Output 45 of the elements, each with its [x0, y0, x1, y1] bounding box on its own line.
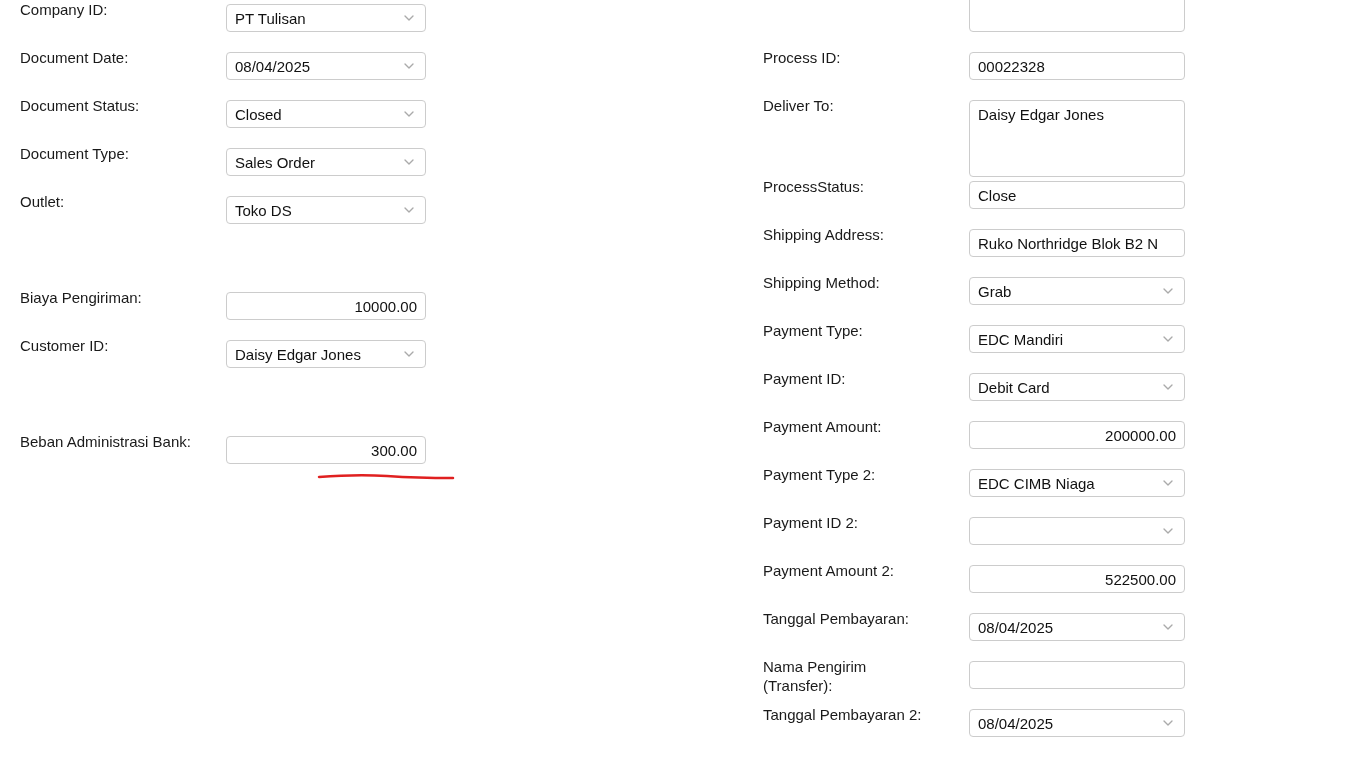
- field-label: Biaya Pengiriman:: [20, 288, 143, 307]
- field-label: Payment Type 2:: [763, 465, 877, 484]
- text-field[interactable]: 522500.00: [969, 565, 1185, 593]
- dropdown-field[interactable]: PT Tulisan: [226, 4, 426, 32]
- text-field[interactable]: 200000.00: [969, 421, 1185, 449]
- field-label: Payment Amount 2:: [763, 561, 895, 580]
- field-label: Deliver To:: [763, 96, 835, 115]
- text-field[interactable]: [969, 0, 1185, 32]
- dropdown-field[interactable]: Daisy Edgar Jones: [226, 340, 426, 368]
- text-field[interactable]: 00022328: [969, 52, 1185, 80]
- field-label: Document Date:: [20, 48, 130, 67]
- text-field[interactable]: 300.00: [226, 436, 426, 464]
- dropdown-field[interactable]: Sales Order: [226, 148, 426, 176]
- field-label: Company ID:: [20, 0, 109, 19]
- dropdown-field[interactable]: EDC CIMB Niaga: [969, 469, 1185, 497]
- field-label: Tanggal Pembayaran 2:: [763, 705, 923, 724]
- field-label: Document Status:: [20, 96, 141, 115]
- field-label: Payment Amount:: [763, 417, 883, 436]
- field-label: Payment Type:: [763, 321, 864, 340]
- dropdown-field[interactable]: EDC Mandiri: [969, 325, 1185, 353]
- field-label: Payment ID:: [763, 369, 847, 388]
- field-label: Process ID:: [763, 48, 842, 67]
- text-field[interactable]: 10000.00: [226, 292, 426, 320]
- field-label: Customer ID:: [20, 336, 110, 355]
- dropdown-field[interactable]: Toko DS: [226, 196, 426, 224]
- text-area[interactable]: Daisy Edgar Jones: [969, 100, 1185, 177]
- field-label: Nama Pengirim (Transfer):: [763, 657, 868, 695]
- field-label: Payment ID 2:: [763, 513, 860, 532]
- field-label: Outlet:: [20, 192, 66, 211]
- text-field[interactable]: Close: [969, 181, 1185, 209]
- field-label: Shipping Address:: [763, 225, 885, 244]
- field-label: Document Type:: [20, 144, 130, 163]
- dropdown-field[interactable]: 08/04/2025: [969, 709, 1185, 737]
- field-label: Beban Administrasi Bank:: [20, 432, 192, 451]
- dropdown-field[interactable]: Closed: [226, 100, 426, 128]
- field-label: ProcessStatus:: [763, 177, 865, 196]
- dropdown-field[interactable]: 08/04/2025: [969, 613, 1185, 641]
- dropdown-field[interactable]: 08/04/2025: [226, 52, 426, 80]
- dropdown-field[interactable]: Grab: [969, 277, 1185, 305]
- field-label: Tanggal Pembayaran:: [763, 609, 910, 628]
- dropdown-field[interactable]: Debit Card: [969, 373, 1185, 401]
- dropdown-field[interactable]: [969, 517, 1185, 545]
- field-label: Shipping Method:: [763, 273, 881, 292]
- text-field[interactable]: Ruko Northridge Blok B2 N: [969, 229, 1185, 257]
- text-field[interactable]: [969, 661, 1185, 689]
